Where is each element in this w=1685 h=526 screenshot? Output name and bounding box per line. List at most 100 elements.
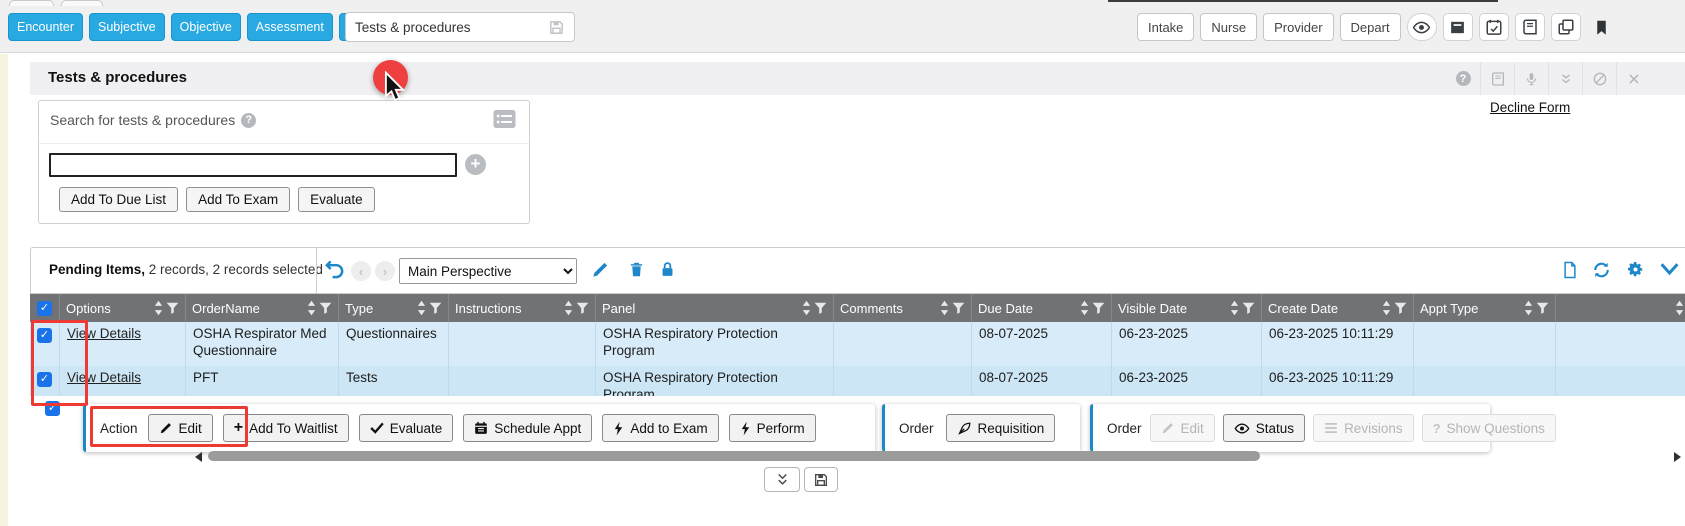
sort-icon[interactable] bbox=[307, 300, 316, 316]
edit-button[interactable]: Edit bbox=[148, 414, 213, 442]
trash-icon[interactable] bbox=[628, 260, 645, 284]
cell-create-date: 06-23-2025 10:11:29 bbox=[1262, 322, 1414, 366]
perspective-select[interactable]: Main Perspective bbox=[399, 258, 577, 284]
add-to-waitlist-button[interactable]: + Add To Waitlist bbox=[223, 414, 349, 442]
filter-icon[interactable] bbox=[319, 301, 332, 315]
new-file-icon[interactable] bbox=[1561, 260, 1579, 285]
filter-icon[interactable] bbox=[952, 301, 965, 315]
view-details-link[interactable]: View Details bbox=[67, 370, 141, 385]
sort-icon[interactable] bbox=[940, 300, 949, 316]
cell-instructions bbox=[449, 366, 596, 396]
evaluate-button[interactable]: Evaluate bbox=[298, 187, 375, 212]
sort-icon[interactable] bbox=[154, 300, 163, 316]
list-icon[interactable] bbox=[492, 109, 517, 134]
stage-buttons: Intake Nurse Provider Depart bbox=[1137, 13, 1617, 41]
sort-icon[interactable] bbox=[564, 300, 573, 316]
help-icon[interactable]: ? bbox=[241, 113, 256, 128]
footer-checkbox[interactable]: ✓ bbox=[45, 401, 60, 416]
save-section-button[interactable] bbox=[804, 467, 838, 492]
add-to-exam-button[interactable]: Add To Exam bbox=[186, 187, 290, 212]
column-header-create-date[interactable]: Create Date bbox=[1262, 294, 1414, 322]
nurse-button[interactable]: Nurse bbox=[1200, 13, 1257, 41]
evaluate-button[interactable]: Evaluate bbox=[359, 414, 454, 442]
save-icon[interactable] bbox=[548, 19, 565, 36]
filter-icon[interactable] bbox=[814, 301, 827, 315]
filter-icon[interactable] bbox=[1092, 301, 1105, 315]
archive-icon[interactable] bbox=[1443, 13, 1473, 41]
nav-back-icon[interactable]: ‹ bbox=[351, 261, 371, 281]
sort-icon[interactable] bbox=[1675, 300, 1684, 316]
question-icon: ? bbox=[1433, 421, 1441, 436]
filter-icon[interactable] bbox=[1394, 301, 1407, 315]
undo-icon[interactable] bbox=[323, 258, 346, 286]
collapse-section-button[interactable] bbox=[764, 467, 800, 492]
add-to-exam-button[interactable]: Add to Exam bbox=[602, 414, 718, 442]
status-button[interactable]: Status bbox=[1223, 414, 1305, 442]
column-header-appt-type[interactable]: Appt Type bbox=[1414, 294, 1556, 322]
sort-icon[interactable] bbox=[417, 300, 426, 316]
depart-button[interactable]: Depart bbox=[1340, 13, 1401, 41]
search-input[interactable] bbox=[49, 153, 457, 177]
block-icon[interactable] bbox=[1582, 62, 1616, 95]
cutoff-divider bbox=[1108, 0, 1498, 2]
book-icon[interactable] bbox=[1515, 13, 1545, 41]
sort-icon[interactable] bbox=[1080, 300, 1089, 316]
column-header-options[interactable]: Options bbox=[60, 294, 186, 322]
view-details-link[interactable]: View Details bbox=[67, 326, 141, 341]
filter-icon[interactable] bbox=[429, 301, 442, 315]
horizontal-scrollbar-thumb[interactable] bbox=[208, 451, 1260, 461]
add-to-due-list-button[interactable]: Add To Due List bbox=[59, 187, 178, 212]
show-questions-button-disabled[interactable]: ? Show Questions bbox=[1422, 414, 1556, 442]
scroll-right-arrow[interactable] bbox=[1674, 452, 1681, 462]
eye-icon[interactable] bbox=[1407, 13, 1437, 41]
sort-icon[interactable] bbox=[1382, 300, 1391, 316]
sort-icon[interactable] bbox=[1230, 300, 1239, 316]
row-checkbox[interactable]: ✓ bbox=[30, 322, 60, 366]
column-header-visible-date[interactable]: Visible Date bbox=[1112, 294, 1262, 322]
tab-encounter[interactable]: Encounter bbox=[8, 13, 83, 41]
filter-icon[interactable] bbox=[1536, 301, 1549, 315]
column-header-comments[interactable]: Comments bbox=[834, 294, 972, 322]
sort-icon[interactable] bbox=[1524, 300, 1533, 316]
schedule-appt-button[interactable]: Schedule Appt bbox=[463, 414, 592, 442]
filter-icon[interactable] bbox=[166, 301, 179, 315]
nav-forward-icon[interactable]: › bbox=[375, 261, 395, 281]
filter-icon[interactable] bbox=[1242, 301, 1255, 315]
provider-button[interactable]: Provider bbox=[1263, 13, 1333, 41]
book-icon[interactable] bbox=[1480, 62, 1514, 95]
decline-form-link[interactable]: Decline Form bbox=[1490, 100, 1570, 115]
bookmark-icon[interactable] bbox=[1587, 13, 1617, 41]
copy-icon[interactable] bbox=[1551, 13, 1581, 41]
help-icon[interactable]: ? bbox=[1446, 62, 1480, 95]
column-header-ordername[interactable]: OrderName bbox=[186, 294, 339, 322]
cell-appt-type bbox=[1414, 322, 1556, 366]
scroll-left-arrow[interactable] bbox=[195, 452, 202, 462]
chevron-down-icon[interactable] bbox=[1659, 262, 1680, 282]
calendar-check-icon[interactable] bbox=[1479, 13, 1509, 41]
order-edit-button-disabled[interactable]: Edit bbox=[1150, 414, 1215, 442]
row-checkbox[interactable]: ✓ bbox=[30, 366, 60, 396]
microphone-icon[interactable] bbox=[1514, 62, 1548, 95]
requisition-button[interactable]: Requisition bbox=[946, 414, 1056, 442]
tab-objective[interactable]: Objective bbox=[171, 13, 241, 41]
perform-button[interactable]: Perform bbox=[729, 414, 816, 442]
tab-subjective[interactable]: Subjective bbox=[89, 13, 165, 41]
column-header-panel[interactable]: Panel bbox=[596, 294, 834, 322]
filter-icon[interactable] bbox=[576, 301, 589, 315]
intake-button[interactable]: Intake bbox=[1137, 13, 1194, 41]
add-icon[interactable]: + bbox=[465, 154, 486, 175]
column-header-instructions[interactable]: Instructions bbox=[449, 294, 596, 322]
gear-icon[interactable] bbox=[1626, 260, 1645, 284]
double-chevron-down-icon[interactable] bbox=[1548, 62, 1582, 95]
select-all-checkbox[interactable]: ✓ bbox=[30, 294, 60, 322]
edit-pencil-icon[interactable] bbox=[591, 260, 610, 284]
tab-tests-procedures-active[interactable]: Tests & procedures bbox=[345, 12, 575, 42]
column-header-due-date[interactable]: Due Date bbox=[972, 294, 1112, 322]
close-icon[interactable] bbox=[1616, 62, 1650, 95]
revisions-button-disabled[interactable]: Revisions bbox=[1313, 414, 1414, 442]
column-header-type[interactable]: Type bbox=[339, 294, 449, 322]
tab-assessment[interactable]: Assessment bbox=[247, 13, 333, 41]
refresh-icon[interactable] bbox=[1591, 260, 1612, 285]
sort-icon[interactable] bbox=[802, 300, 811, 316]
lock-icon[interactable] bbox=[659, 260, 676, 284]
